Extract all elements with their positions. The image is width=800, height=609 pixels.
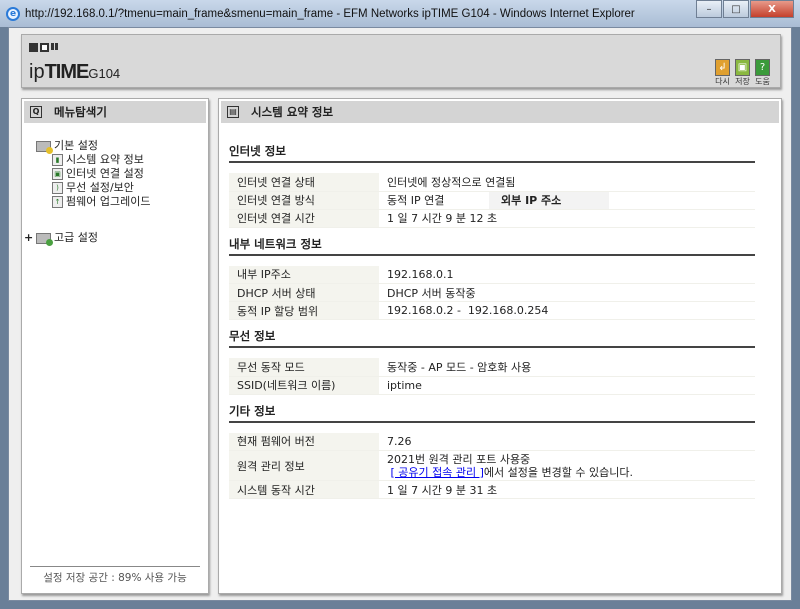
etc-table: 현재 펌웨어 버전 7.26 원격 관리 정보 2021번 원격 관리 포트 사용중… bbox=[229, 432, 755, 499]
external-ip-value bbox=[609, 191, 755, 210]
table-row: SSID(네트워크 이름) iptime bbox=[229, 376, 755, 395]
group-label: 고급 설정 bbox=[54, 231, 98, 244]
row-label: SSID(네트워크 이름) bbox=[229, 376, 379, 395]
section-title: 기타 정보 bbox=[229, 403, 755, 423]
close-button[interactable]: X bbox=[750, 0, 794, 18]
help-icon: ? bbox=[755, 59, 770, 76]
minimize-button[interactable]: – bbox=[696, 0, 722, 18]
row-value: 192.168.0.2 - 192.168.0.254 bbox=[379, 301, 755, 320]
table-row: DHCP 서버 상태 DHCP 서버 동작중 bbox=[229, 283, 755, 302]
row-value: 1 일 7 시간 9 분 12 초 bbox=[379, 209, 755, 228]
wireless-table: 무선 동작 모드 동작중 - AP 모드 - 암호화 사용 SSID(네트워크 이… bbox=[229, 358, 755, 395]
row-label: 무선 동작 모드 bbox=[229, 358, 379, 377]
folder-icon bbox=[36, 140, 53, 154]
menu-wireless-setup[interactable]: ) 무선 설정/보안 bbox=[52, 181, 208, 195]
row-value: 2021번 원격 관리 포트 사용중 [ 공유기 접속 관리 ]에서 설정을 변… bbox=[379, 450, 755, 481]
save-icon: ▣ bbox=[735, 59, 750, 76]
menu-label: 시스템 요약 정보 bbox=[66, 153, 144, 166]
chart-icon: ▮ bbox=[52, 154, 63, 166]
summary-panel: ▤ 시스템 요약 정보 인터넷 정보 인터넷 연결 상태 인터넷에 정상적으로 연결… bbox=[218, 98, 782, 594]
sidebar-title: 메뉴탐색기 bbox=[54, 105, 107, 119]
group-label: 기본 설정 bbox=[54, 139, 98, 152]
magnifier-icon: Q bbox=[30, 106, 42, 118]
menu-label: 인터넷 연결 설정 bbox=[66, 167, 144, 180]
row-value: 1 일 7 시간 9 분 31 초 bbox=[379, 480, 755, 499]
row-label: DHCP 서버 상태 bbox=[229, 283, 379, 302]
menu-firmware-upgrade[interactable]: ↑ 펌웨어 업그레이드 bbox=[52, 195, 208, 209]
tree-advanced-settings[interactable]: + 고급 설정 bbox=[24, 231, 208, 246]
table-row: 인터넷 연결 상태 인터넷에 정상적으로 연결됨 bbox=[229, 173, 755, 192]
row-value: 192.168.0.1 bbox=[379, 265, 755, 284]
row-label: 인터넷 연결 시간 bbox=[229, 209, 379, 228]
help-button[interactable]: ? 도움 bbox=[755, 59, 770, 87]
storage-status: 설정 저장 공간 : 89% 사용 가능 bbox=[30, 566, 200, 585]
table-row: 내부 IP주소 192.168.0.1 bbox=[229, 265, 755, 284]
table-row: 동적 IP 할당 범위 192.168.0.2 - 192.168.0.254 bbox=[229, 301, 755, 320]
lan-table: 내부 IP주소 192.168.0.1 DHCP 서버 상태 DHCP 서버 동작중… bbox=[229, 265, 755, 320]
menu-label: 무선 설정/보안 bbox=[66, 181, 134, 194]
table-row: 시스템 동작 시간 1 일 7 시간 9 분 31 초 bbox=[229, 480, 755, 499]
row-label: 내부 IP주소 bbox=[229, 265, 379, 284]
table-row: 원격 관리 정보 2021번 원격 관리 포트 사용중 [ 공유기 접속 관리 ]… bbox=[229, 450, 755, 481]
row-label: 인터넷 연결 상태 bbox=[229, 173, 379, 192]
menu-system-summary[interactable]: ▮ 시스템 요약 정보 bbox=[52, 153, 208, 167]
help-label: 도움 bbox=[755, 77, 770, 86]
row-value: 인터넷에 정상적으로 연결됨 bbox=[379, 173, 755, 192]
menu-explorer-panel: Q 메뉴탐색기 기본 설정 ▮ 시스템 요약 정보 ▣ 인터넷 연결 설정 ) 무선 설… bbox=[21, 98, 209, 594]
upgrade-icon: ↑ bbox=[52, 196, 63, 208]
ie-icon: e bbox=[6, 6, 20, 21]
save-label: 저장 bbox=[735, 77, 750, 86]
row-label: 시스템 동작 시간 bbox=[229, 480, 379, 499]
row-label: 인터넷 연결 방식 bbox=[229, 191, 379, 210]
row-label: 현재 펌웨어 버전 bbox=[229, 432, 379, 451]
folder-icon bbox=[36, 232, 53, 246]
row-value: DHCP 서버 동작중 bbox=[379, 283, 755, 302]
section-title: 내부 네트워크 정보 bbox=[229, 236, 755, 256]
table-row: 무선 동작 모드 동작중 - AP 모드 - 암호화 사용 bbox=[229, 358, 755, 377]
internet-table: 인터넷 연결 상태 인터넷에 정상적으로 연결됨 인터넷 연결 방식 동적 IP 연… bbox=[229, 173, 755, 228]
wireless-icon: ) bbox=[52, 182, 63, 194]
page-title: 시스템 요약 정보 bbox=[251, 105, 334, 119]
expand-icon[interactable]: + bbox=[24, 231, 33, 245]
row-label: 동적 IP 할당 범위 bbox=[229, 301, 379, 320]
reload-icon: ↲ bbox=[715, 59, 730, 76]
external-ip-label: 외부 IP 주소 bbox=[489, 191, 609, 210]
section-title: 인터넷 정보 bbox=[229, 143, 755, 163]
router-access-link[interactable]: [ 공유기 접속 관리 ] bbox=[391, 466, 484, 479]
document-icon: ▤ bbox=[227, 106, 239, 118]
remote-port-text: 2021번 원격 관리 포트 사용중 bbox=[387, 452, 531, 466]
reload-label: 다시 bbox=[715, 77, 730, 86]
reload-button[interactable]: ↲ 다시 bbox=[715, 59, 730, 87]
table-row: 인터넷 연결 방식 동적 IP 연결 외부 IP 주소 bbox=[229, 191, 755, 210]
section-title: 무선 정보 bbox=[229, 328, 755, 348]
save-button[interactable]: ▣ 저장 bbox=[735, 59, 750, 87]
logo-squares-icon bbox=[29, 43, 58, 52]
row-value: 동작중 - AP 모드 - 암호화 사용 bbox=[379, 358, 755, 377]
table-row: 인터넷 연결 시간 1 일 7 시간 9 분 12 초 bbox=[229, 209, 755, 228]
row-value: 동적 IP 연결 bbox=[379, 191, 489, 210]
monitor-icon: ▣ bbox=[52, 168, 63, 180]
iptime-logo: ipTIMEG104 bbox=[29, 61, 121, 83]
menu-internet-setup[interactable]: ▣ 인터넷 연결 설정 bbox=[52, 167, 208, 181]
window-titlebar: e http://192.168.0.1/?tmenu=main_frame&s… bbox=[0, 0, 800, 27]
row-label: 원격 관리 정보 bbox=[229, 450, 379, 481]
window-title: http://192.168.0.1/?tmenu=main_frame&sme… bbox=[25, 7, 635, 20]
tree-basic-settings[interactable]: 기본 설정 bbox=[36, 139, 208, 154]
menu-label: 펌웨어 업그레이드 bbox=[66, 195, 151, 208]
table-row: 현재 펌웨어 버전 7.26 bbox=[229, 432, 755, 451]
maximize-button[interactable]: □ bbox=[723, 0, 749, 18]
row-value: iptime bbox=[379, 376, 755, 395]
row-value: 7.26 bbox=[379, 432, 755, 451]
header: ipTIMEG104 ↲ 다시 ▣ 저장 ? 도움 bbox=[21, 34, 781, 88]
remote-hint-text: 에서 설정을 변경할 수 있습니다. bbox=[483, 465, 633, 479]
browser-content: ipTIMEG104 ↲ 다시 ▣ 저장 ? 도움 Q 메뉴탐색기 기본 설정 ▮ 시스템… bbox=[8, 27, 792, 601]
